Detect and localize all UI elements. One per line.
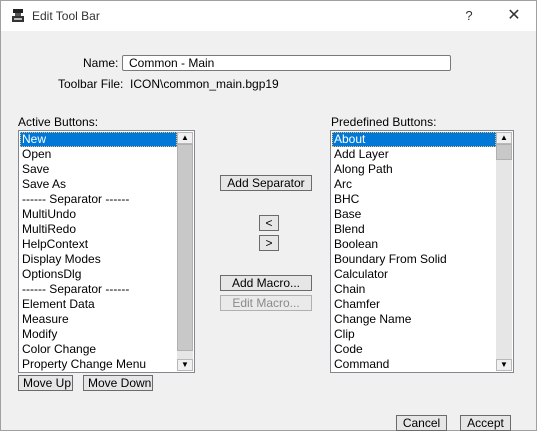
predefined-buttons-label: Predefined Buttons: bbox=[331, 115, 437, 129]
edit-toolbar-dialog: Edit Tool Bar ? ✕ Name: Toolbar File: IC… bbox=[0, 0, 537, 431]
list-item[interactable]: Display Modes bbox=[20, 252, 177, 267]
add-separator-button[interactable]: Add Separator bbox=[220, 175, 312, 191]
move-right-button[interactable]: > bbox=[259, 235, 279, 251]
list-item[interactable]: New bbox=[20, 132, 177, 147]
list-item[interactable]: Change Name bbox=[332, 312, 496, 327]
close-button[interactable]: ✕ bbox=[501, 4, 527, 28]
window-title: Edit Tool Bar bbox=[32, 9, 100, 23]
active-buttons-listbox[interactable]: New Open Save Save As ------ Separator -----… bbox=[18, 130, 195, 373]
list-item[interactable]: About bbox=[332, 132, 496, 147]
predefined-buttons-items: About Add Layer Along Path Arc BHC Base Blend B… bbox=[332, 132, 496, 372]
list-item[interactable]: Blend bbox=[332, 222, 496, 237]
move-up-button[interactable]: Move Up bbox=[18, 375, 73, 391]
predefined-buttons-listbox[interactable]: About Add Layer Along Path Arc BHC Base Blend B… bbox=[330, 130, 514, 373]
active-buttons-items: New Open Save Save As ------ Separator -----… bbox=[20, 132, 177, 372]
help-button[interactable]: ? bbox=[457, 4, 481, 28]
predefined-list-scrollbar[interactable]: ▲ ▼ bbox=[496, 132, 512, 371]
list-item[interactable]: MultiUndo bbox=[20, 207, 177, 222]
list-item[interactable]: Along Path bbox=[332, 162, 496, 177]
list-item[interactable]: Clip bbox=[332, 327, 496, 342]
list-item[interactable]: Boolean bbox=[332, 237, 496, 252]
list-item[interactable]: Base bbox=[332, 207, 496, 222]
list-item[interactable]: Calculator bbox=[332, 267, 496, 282]
edit-macro-button[interactable]: Edit Macro... bbox=[220, 295, 312, 311]
list-item[interactable]: Measure bbox=[20, 312, 177, 327]
list-item[interactable]: BHC bbox=[332, 192, 496, 207]
cancel-button[interactable]: Cancel bbox=[396, 415, 447, 431]
list-item[interactable]: Chain bbox=[332, 282, 496, 297]
list-item[interactable]: Arc bbox=[332, 177, 496, 192]
list-item[interactable]: Property Change Menu bbox=[20, 357, 177, 372]
list-item[interactable]: Chamfer bbox=[332, 297, 496, 312]
scroll-thumb[interactable] bbox=[496, 144, 512, 160]
toolbar-app-icon bbox=[12, 9, 24, 22]
list-item[interactable]: Add Layer bbox=[332, 147, 496, 162]
scroll-up-icon[interactable]: ▲ bbox=[496, 132, 512, 144]
accept-button[interactable]: Accept bbox=[460, 415, 511, 431]
list-item[interactable]: MultiRedo bbox=[20, 222, 177, 237]
scroll-down-icon[interactable]: ▼ bbox=[177, 359, 193, 371]
title-bar: Edit Tool Bar ? ✕ bbox=[1, 1, 536, 31]
toolbar-file-value: ICON\common_main.bgp19 bbox=[130, 77, 279, 91]
scroll-down-icon[interactable]: ▼ bbox=[496, 359, 512, 371]
list-item[interactable]: Code bbox=[332, 342, 496, 357]
scroll-thumb[interactable] bbox=[177, 144, 193, 351]
list-item[interactable]: Color Change bbox=[20, 342, 177, 357]
list-item[interactable]: Element Data bbox=[20, 297, 177, 312]
name-input[interactable] bbox=[122, 55, 451, 71]
active-buttons-label: Active Buttons: bbox=[18, 115, 99, 129]
list-item[interactable]: Save bbox=[20, 162, 177, 177]
move-left-button[interactable]: < bbox=[259, 215, 279, 231]
list-item[interactable]: ------ Separator ------ bbox=[20, 282, 177, 297]
add-macro-button[interactable]: Add Macro... bbox=[220, 275, 312, 291]
active-list-scrollbar[interactable]: ▲ ▼ bbox=[177, 132, 193, 371]
list-item[interactable]: HelpContext bbox=[20, 237, 177, 252]
move-down-button[interactable]: Move Down bbox=[83, 375, 153, 391]
list-item[interactable]: Open bbox=[20, 147, 177, 162]
toolbar-file-label: Toolbar File: bbox=[58, 77, 124, 91]
scroll-up-icon[interactable]: ▲ bbox=[177, 132, 193, 144]
list-item[interactable]: Command bbox=[332, 357, 496, 372]
list-item[interactable]: OptionsDlg bbox=[20, 267, 177, 282]
list-item[interactable]: Modify bbox=[20, 327, 177, 342]
list-item[interactable]: ------ Separator ------ bbox=[20, 192, 177, 207]
list-item[interactable]: Save As bbox=[20, 177, 177, 192]
name-label: Name: bbox=[83, 56, 119, 70]
list-item[interactable]: Boundary From Solid bbox=[332, 252, 496, 267]
